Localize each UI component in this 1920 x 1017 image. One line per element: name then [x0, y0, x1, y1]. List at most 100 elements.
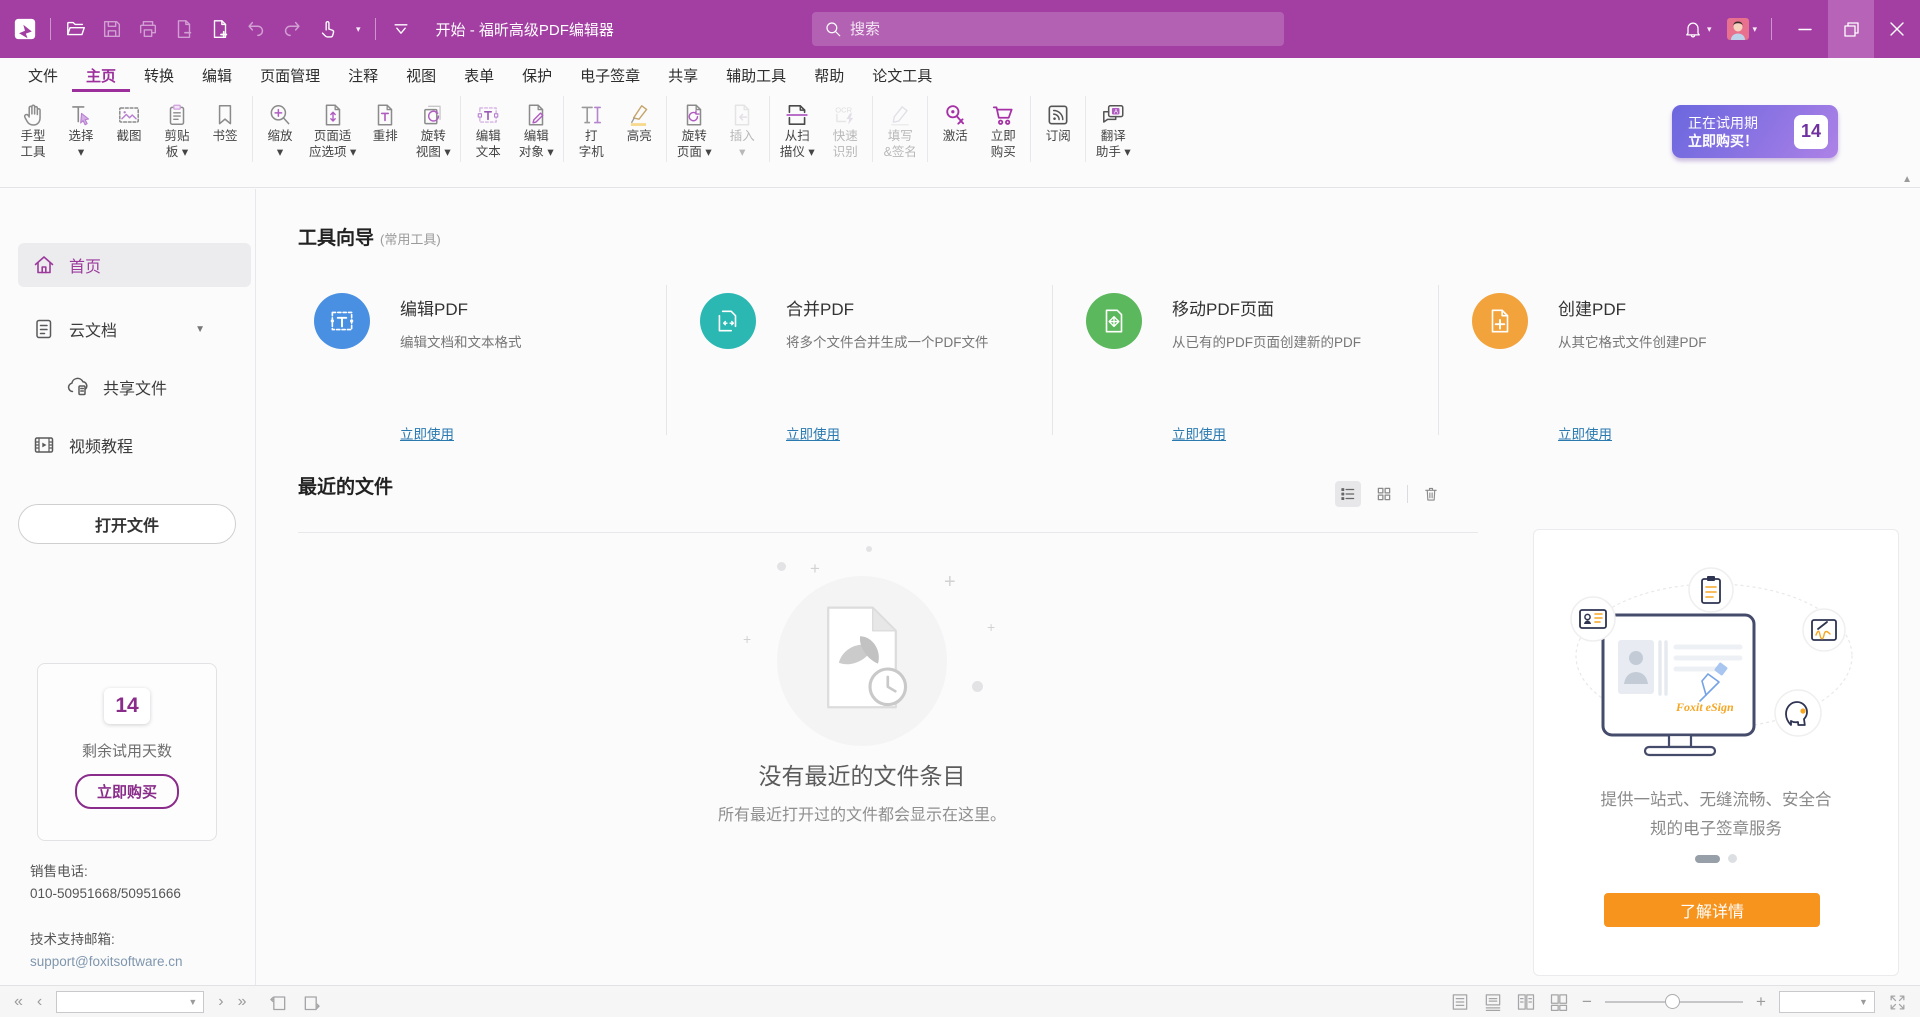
search-icon — [824, 20, 842, 38]
scanner-tool[interactable]: 从扫描仪 ▾ — [773, 96, 821, 162]
hand-tool-tool[interactable]: 手型工具 — [9, 96, 57, 162]
sidebar-item-shared-file[interactable]: 共享文件 — [52, 365, 251, 409]
scroll-up-icon[interactable]: ▲ — [1902, 174, 1912, 185]
learn-more-button[interactable]: 了解详情 — [1604, 893, 1820, 927]
touch-mode-caret[interactable]: ▾ — [356, 24, 361, 35]
activate-tool[interactable]: 激活 — [931, 96, 979, 146]
bookmark-tool[interactable]: 书签 — [201, 96, 249, 146]
search-box[interactable] — [812, 12, 1284, 46]
buy-now-button[interactable]: 立即购买 — [75, 774, 179, 809]
menu-item-14[interactable]: 论文工具 — [858, 58, 946, 92]
menu-item-1[interactable]: 文件 — [14, 58, 72, 92]
select-tool-tool[interactable]: 选择▾ — [57, 96, 105, 162]
fullscreen-icon[interactable] — [1888, 993, 1907, 1012]
continuous-view-icon[interactable] — [1483, 992, 1503, 1012]
chevron-down-icon[interactable]: ▼ — [195, 324, 205, 335]
rotate-view-tool[interactable]: 旋转视图 ▾ — [409, 96, 457, 162]
menu-item-13[interactable]: 帮助 — [800, 58, 858, 92]
search-input[interactable] — [850, 21, 1230, 38]
highlight-tool[interactable]: 高亮 — [615, 96, 663, 146]
last-page-button[interactable]: » — [238, 993, 247, 1011]
page-number-caret[interactable]: ▼ — [182, 997, 203, 1007]
page-number-box[interactable]: ▼ — [56, 991, 204, 1013]
close-button[interactable] — [1874, 0, 1920, 58]
cart-icon — [990, 102, 1016, 128]
grid-view-button[interactable] — [1371, 481, 1397, 507]
menu-item-12[interactable]: 辅助工具 — [712, 58, 800, 92]
menu-item-11[interactable]: 共享 — [654, 58, 712, 92]
previous-view-icon[interactable] — [268, 992, 288, 1012]
redo-icon[interactable] — [281, 18, 303, 40]
facing-continuous-view-icon[interactable] — [1549, 992, 1569, 1012]
facing-view-icon[interactable] — [1516, 992, 1536, 1012]
translate-tool[interactable]: A翻译助手 ▾ — [1089, 96, 1137, 162]
trial-badge-buy[interactable]: 立即购买！ — [1688, 132, 1794, 150]
ocr-tool[interactable]: OCR快速识别 — [821, 96, 869, 162]
zoom-level-box[interactable]: ▼ — [1779, 991, 1875, 1013]
menu-item-3[interactable]: 转换 — [130, 58, 188, 92]
fill-sign-tool[interactable]: 填写&签名 — [876, 96, 924, 162]
snapshot-tool[interactable]: 截图 — [105, 96, 153, 146]
user-avatar[interactable] — [1727, 18, 1749, 40]
clear-recent-trash-icon[interactable] — [1418, 481, 1444, 507]
extract-page-icon[interactable] — [173, 18, 195, 40]
next-view-icon[interactable] — [302, 992, 322, 1012]
rotate-page-tool[interactable]: 旋转页面 ▾ — [670, 96, 718, 162]
use-now-link[interactable]: 立即使用 — [1558, 423, 1612, 443]
account-caret[interactable]: ▾ — [1752, 24, 1757, 35]
clipboard-tool[interactable]: 剪贴板 ▾ — [153, 96, 201, 162]
subscribe-tool[interactable]: 订阅 — [1034, 96, 1082, 146]
fit-page-tool[interactable]: 页面适应选项 ▾ — [304, 96, 361, 162]
trial-badge[interactable]: 正在试用期 立即购买！ 14 — [1672, 105, 1838, 158]
support-email-link[interactable]: support@foxitsoftware.cn — [30, 951, 183, 973]
menu-item-5[interactable]: 页面管理 — [246, 58, 334, 92]
single-page-view-icon[interactable] — [1450, 992, 1470, 1012]
open-file-button[interactable]: 打开文件 — [18, 504, 236, 544]
typewriter-tool[interactable]: 打字机 — [567, 96, 615, 162]
carousel-dot[interactable] — [1728, 854, 1737, 863]
zoom-slider-handle[interactable] — [1665, 994, 1680, 1009]
menu-item-2[interactable]: 主页 — [72, 58, 130, 92]
carousel-dot-active[interactable] — [1695, 855, 1720, 863]
prev-page-button[interactable]: ‹ — [37, 993, 42, 1011]
hide-toolbar-icon[interactable] — [390, 18, 412, 40]
sidebar-item-home[interactable]: 首页 — [18, 243, 251, 287]
zoom-in-button[interactable]: + — [1756, 992, 1766, 1012]
next-page-button[interactable]: › — [218, 993, 223, 1011]
first-page-button[interactable]: « — [14, 993, 23, 1011]
open-file-icon[interactable] — [65, 18, 87, 40]
use-now-link[interactable]: 立即使用 — [400, 423, 454, 443]
zoom-out-button[interactable]: − — [1582, 992, 1592, 1012]
use-now-link[interactable]: 立即使用 — [1172, 423, 1226, 443]
menu-item-4[interactable]: 编辑 — [188, 58, 246, 92]
menu-item-10[interactable]: 电子签章 — [566, 58, 654, 92]
zoom-level-caret[interactable]: ▼ — [1853, 997, 1874, 1007]
notification-caret[interactable]: ▾ — [1707, 24, 1712, 35]
edit-object-tool[interactable]: 编辑对象 ▾ — [512, 96, 560, 162]
toolbar-groups: 手型工具选择▾截图剪贴板 ▾书签缩放▾页面适应选项 ▾重排旋转视图 ▾编辑文本编… — [6, 96, 1140, 162]
page-number-input[interactable] — [57, 993, 182, 1011]
new-document-icon[interactable] — [209, 18, 231, 40]
restore-button[interactable] — [1828, 0, 1874, 58]
insert-page-tool[interactable]: 插入▾ — [718, 96, 766, 162]
print-icon[interactable] — [137, 18, 159, 40]
sidebar-item-video-tutorial[interactable]: 视频教程 — [18, 423, 251, 467]
edit-text-tool[interactable]: 编辑文本 — [464, 96, 512, 162]
zoom-tool[interactable]: 缩放▾ — [256, 96, 304, 162]
list-view-button[interactable] — [1335, 481, 1361, 507]
undo-icon[interactable] — [245, 18, 267, 40]
reflow-tool[interactable]: 重排 — [361, 96, 409, 146]
menu-item-7[interactable]: 视图 — [392, 58, 450, 92]
touch-mode-icon[interactable] — [317, 18, 339, 40]
cart-tool[interactable]: 立即购买 — [979, 96, 1027, 162]
use-now-link[interactable]: 立即使用 — [786, 423, 840, 443]
menu-item-8[interactable]: 表单 — [450, 58, 508, 92]
scrollbar[interactable] — [1906, 189, 1920, 985]
minimize-button[interactable] — [1782, 0, 1828, 58]
save-icon[interactable] — [101, 18, 123, 40]
notification-bell-icon[interactable] — [1682, 18, 1704, 40]
menu-item-9[interactable]: 保护 — [508, 58, 566, 92]
sidebar-item-cloud-doc[interactable]: 云文档▼ — [18, 307, 251, 351]
menu-item-6[interactable]: 注释 — [334, 58, 392, 92]
zoom-slider[interactable] — [1605, 1001, 1743, 1003]
